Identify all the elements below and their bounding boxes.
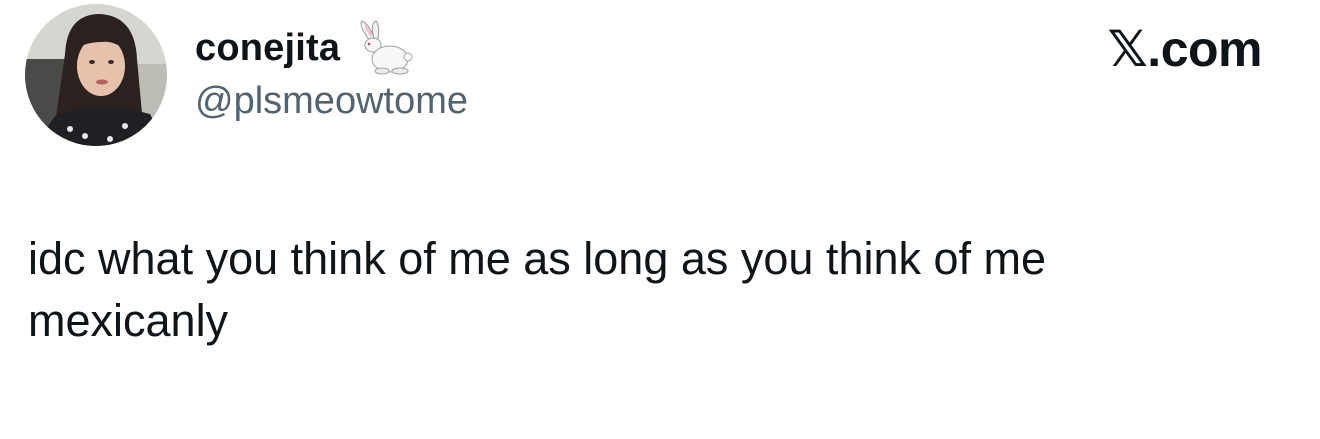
x-logo: 𝕏.com: [1107, 21, 1263, 77]
display-name-row: conejita: [195, 19, 468, 77]
rabbit-icon: [354, 19, 414, 77]
display-name[interactable]: conejita: [195, 27, 340, 70]
user-block: conejita @plsmeowtome: [195, 19, 468, 123]
tweet-text: idc what you think of me as long as you …: [28, 233, 1047, 346]
handle[interactable]: @plsmeowtome: [195, 80, 468, 123]
tweet-card: conejita @plsmeowtome 𝕏.com idc what you…: [0, 0, 1320, 439]
avatar[interactable]: [25, 4, 167, 146]
avatar-photo: [25, 4, 167, 146]
